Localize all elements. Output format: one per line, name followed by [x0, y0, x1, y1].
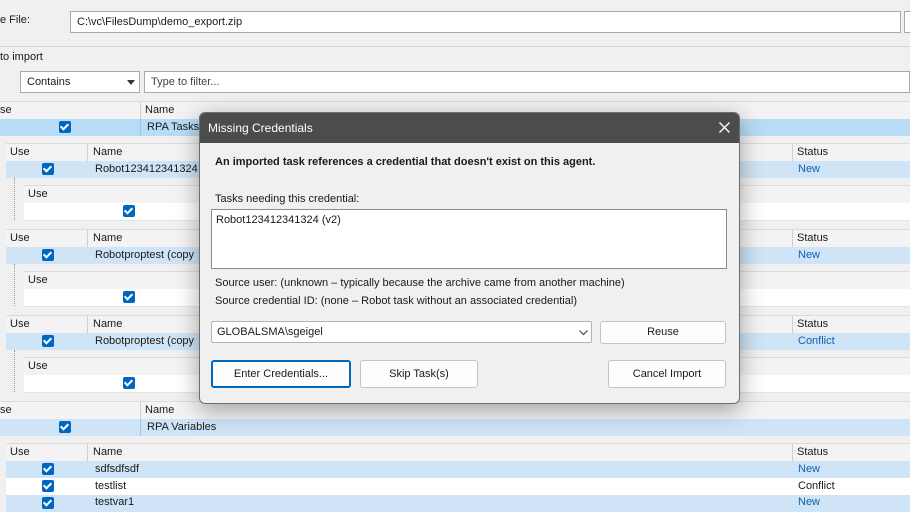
use-column-header: Use	[28, 274, 48, 286]
variable-name: sdfsdfsdf	[95, 463, 140, 475]
checkbox-checked-icon[interactable]	[42, 463, 54, 475]
checkbox-checked-icon[interactable]	[42, 249, 54, 261]
checkbox-checked-icon[interactable]	[123, 377, 135, 389]
filter-mode-value: Contains	[27, 76, 71, 88]
group-row-rpa-variables[interactable]: RPA Variables	[0, 419, 910, 436]
filter-mode-select[interactable]: Contains	[20, 71, 140, 93]
cancel-import-button[interactable]: Cancel Import	[608, 360, 726, 388]
enter-credentials-button[interactable]: Enter Credentials...	[211, 360, 351, 388]
task-name: Robotproptest (copy	[95, 335, 195, 347]
checkbox-checked-icon[interactable]	[42, 163, 54, 175]
group-name: RPA Tasks	[147, 121, 200, 133]
use-column-header: se	[0, 104, 12, 116]
checkbox-checked-icon[interactable]	[42, 480, 54, 492]
checkbox-checked-icon[interactable]	[123, 205, 135, 217]
credential-select[interactable]: GLOBALSMA\sgeigel	[211, 321, 592, 343]
dialog-heading: An imported task references a credential…	[215, 156, 596, 168]
task-name: Robot123412341324	[95, 163, 198, 175]
variable-status: New	[798, 463, 821, 475]
tree-connector	[14, 178, 15, 220]
browse-button-edge[interactable]	[904, 11, 910, 33]
dialog-title: Missing Credentials	[208, 121, 313, 135]
source-credential-text: Source credential ID: (none – Robot task…	[215, 295, 577, 307]
checkbox-checked-icon[interactable]	[59, 121, 71, 133]
name-column-header: Name	[93, 232, 123, 244]
task-status: New	[798, 249, 821, 261]
file-path-input[interactable]: C:\vc\FilesDump\demo_export.zip	[70, 11, 901, 33]
variable-status: New	[798, 496, 821, 508]
tree-connector	[14, 350, 15, 392]
divider	[0, 46, 910, 47]
checkbox-checked-icon[interactable]	[59, 421, 71, 433]
use-column-header: Use	[28, 188, 48, 200]
use-column-header: Use	[10, 318, 30, 330]
missing-credentials-dialog: Missing Credentials An imported task ref…	[199, 112, 740, 404]
list-item[interactable]: Robot123412341324 (v2)	[216, 214, 341, 226]
variable-name: testvar1	[95, 496, 135, 508]
status-column-header: Status	[797, 446, 829, 458]
name-column-header: Name	[93, 146, 123, 158]
name-column-header: Name	[93, 446, 123, 458]
use-column-header: Use	[10, 232, 30, 244]
status-column-header: Status	[797, 232, 829, 244]
skip-tasks-button[interactable]: Skip Task(s)	[360, 360, 478, 388]
status-column-header: Status	[797, 318, 829, 330]
task-status: Conflict	[798, 335, 835, 347]
name-column-header: Name	[145, 404, 175, 416]
task-name: Robotproptest (copy	[95, 249, 195, 261]
checkbox-checked-icon[interactable]	[42, 335, 54, 347]
chevron-down-icon	[579, 330, 588, 336]
table-row[interactable]: testvar1 New	[6, 495, 910, 512]
task-status: New	[798, 163, 821, 175]
checkbox-checked-icon[interactable]	[123, 291, 135, 303]
use-column-header: se	[0, 404, 12, 416]
checkbox-checked-icon[interactable]	[42, 497, 54, 509]
chevron-down-icon	[127, 80, 135, 85]
use-column-header: Use	[10, 146, 30, 158]
use-column-header: Use	[28, 360, 48, 372]
variables-header: Use Name Status	[6, 443, 910, 462]
status-column-header: Status	[797, 146, 829, 158]
use-column-header: Use	[10, 446, 30, 458]
tasks-listbox[interactable]: Robot123412341324 (v2)	[211, 209, 727, 269]
tree-connector	[14, 264, 15, 306]
group-name: RPA Variables	[147, 421, 217, 433]
name-column-header: Name	[145, 104, 175, 116]
file-label: e File:	[0, 14, 30, 26]
filter-input[interactable]: Type to filter...	[144, 71, 910, 93]
table-row[interactable]: sdfsdfsdf New	[6, 461, 910, 478]
tasks-needing-label: Tasks needing this credential:	[215, 193, 360, 205]
dialog-title-bar: Missing Credentials	[200, 113, 739, 143]
close-icon[interactable]	[719, 122, 730, 133]
credential-select-value: GLOBALSMA\sgeigel	[217, 326, 323, 338]
reuse-button[interactable]: Reuse	[600, 321, 726, 344]
table-row[interactable]: testlist Conflict	[6, 478, 910, 496]
variable-name: testlist	[95, 480, 127, 492]
source-user-text: Source user: (unknown – typically becaus…	[215, 277, 625, 289]
import-label: to import	[0, 51, 43, 63]
name-column-header: Name	[93, 318, 123, 330]
variable-status: Conflict	[798, 480, 835, 492]
